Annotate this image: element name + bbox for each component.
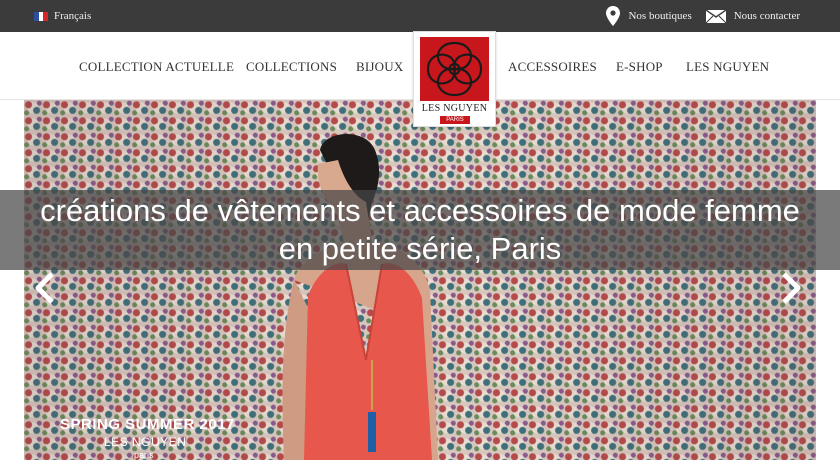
logo-name: LES NGUYEN bbox=[421, 103, 488, 114]
map-pin-icon bbox=[606, 6, 621, 26]
envelope-icon bbox=[705, 9, 726, 23]
collection-location: paris bbox=[134, 450, 154, 460]
logo-sub: PARIS bbox=[440, 116, 470, 124]
nav-item-collections[interactable]: COLLECTIONS bbox=[246, 59, 337, 75]
france-flag-icon bbox=[34, 11, 49, 21]
previous-slide-button[interactable] bbox=[30, 270, 60, 306]
collection-brand: LES NGUYEN bbox=[104, 435, 187, 449]
language-selector[interactable]: Français bbox=[34, 10, 91, 22]
hero-caption-band: créations de vêtements et accessoires de… bbox=[0, 190, 840, 270]
nav-item-accessoires[interactable]: ACCESSOIRES bbox=[508, 59, 597, 75]
nav-item-collection-actuelle[interactable]: COLLECTION ACTUELLE bbox=[79, 59, 234, 75]
top-bar: Français Nos boutiques Nous contacter bbox=[0, 0, 840, 32]
brand-logo[interactable]: LES NGUYEN PARIS bbox=[413, 31, 496, 127]
collection-title: SPRING SUMMER 2017 bbox=[60, 416, 235, 433]
contact-link-label: Nous contacter bbox=[733, 10, 800, 22]
nav-item-les-nguyen[interactable]: LES NGUYEN bbox=[686, 59, 769, 75]
stores-link-label: Nos boutiques bbox=[628, 10, 692, 22]
nav-item-bijoux[interactable]: BIJOUX bbox=[356, 59, 403, 75]
hero-caption: créations de vêtements et accessoires de… bbox=[40, 193, 800, 266]
logo-emblem bbox=[420, 37, 489, 101]
model-figure bbox=[282, 133, 438, 460]
contact-link[interactable]: Nous contacter bbox=[705, 9, 800, 23]
chevron-left-icon bbox=[35, 272, 54, 304]
language-label: Français bbox=[54, 10, 92, 22]
stores-link[interactable]: Nos boutiques bbox=[606, 6, 692, 26]
next-slide-button[interactable] bbox=[776, 270, 806, 306]
hero-slider: SPRING SUMMER 2017 LES NGUYEN paris bbox=[24, 100, 816, 460]
nav-item-e-shop[interactable]: E-SHOP bbox=[616, 59, 663, 75]
chevron-right-icon bbox=[782, 272, 801, 304]
